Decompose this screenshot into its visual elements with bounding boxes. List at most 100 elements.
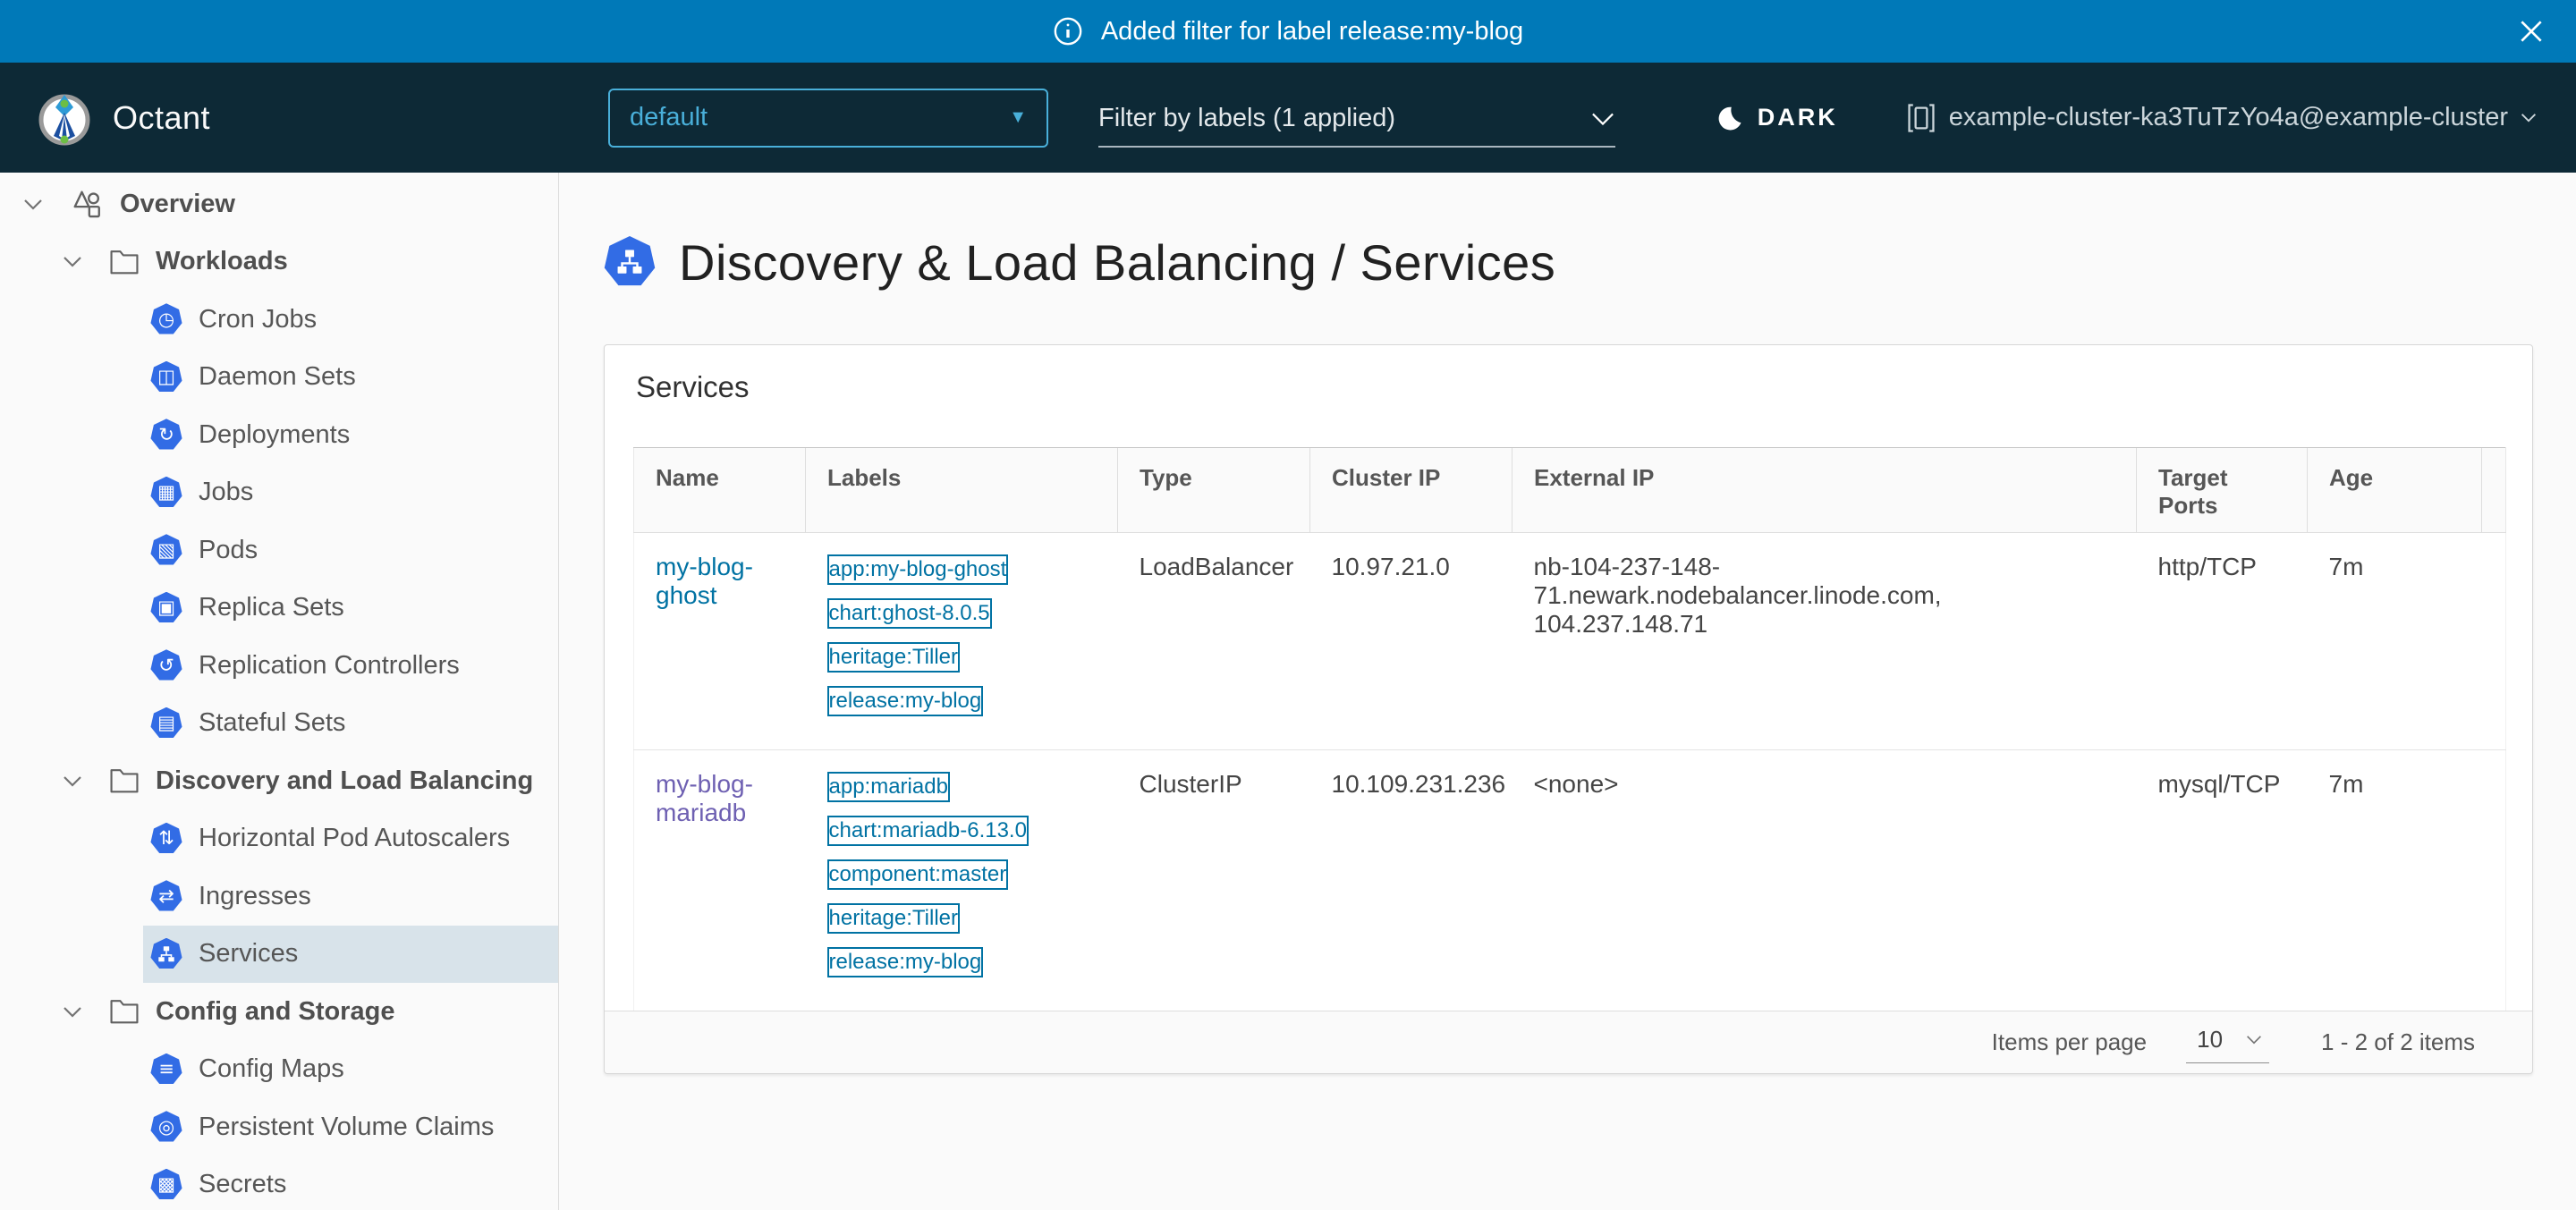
column-header-external-ip[interactable]: External IP [1513, 448, 2137, 533]
pagination-footer: Items per page 10 1 - 2 of 2 items [605, 1011, 2532, 1073]
column-header-type[interactable]: Type [1118, 448, 1310, 533]
chevron-down-icon[interactable] [23, 199, 43, 210]
daemon-sets-icon: ◫ [150, 361, 182, 393]
service-link[interactable]: my-blog-mariadb [656, 770, 753, 826]
horizontal-pod-autoscalers-icon: ⇅ [150, 823, 182, 855]
label-badge[interactable]: release:my-blog [827, 947, 984, 977]
cluster-ip-cell: 10.109.231.236 [1310, 750, 1513, 1011]
cluster-value: example-cluster-ka3TuTzYo4a@example-clus… [1949, 103, 2508, 132]
cluster-icon [1906, 103, 1936, 133]
ingresses-icon: ⇄ [150, 880, 182, 912]
overview-icon [70, 188, 104, 220]
type-cell: LoadBalancer [1118, 533, 1310, 750]
labels-cell: app:my-blog-ghost chart:ghost-8.0.5 heri… [806, 533, 1118, 750]
table-row: my-blog-mariadb app:mariadb chart:mariad… [634, 750, 2506, 1011]
cluster-ip-cell: 10.97.21.0 [1310, 533, 1513, 750]
label-badge[interactable]: app:my-blog-ghost [827, 554, 1009, 585]
app-title: Octant [113, 99, 210, 137]
stateful-sets-icon: ▤ [150, 707, 182, 740]
sidebar-item-replication-controllers[interactable]: ↺ Replication Controllers [143, 637, 558, 695]
table-header-row: Name Labels Type Cluster IP External IP … [634, 448, 2506, 533]
config-maps-icon: ≡ [150, 1053, 182, 1086]
folder-icon [109, 767, 140, 794]
column-header-cluster-ip[interactable]: Cluster IP [1310, 448, 1513, 533]
services-icon [604, 236, 656, 288]
sidebar-item-persistent-volume-claims[interactable]: ◎ Persistent Volume Claims [143, 1098, 558, 1156]
sidebar-group-workloads[interactable]: Workloads [0, 233, 558, 292]
replica-sets-icon: ▣ [150, 592, 182, 624]
octant-logo-icon [36, 89, 93, 147]
sidebar-nav: Overview Workloads ◷ Cron Jobs ◫ Daemon … [0, 173, 559, 1210]
sidebar-item-deployments[interactable]: ↻ Deployments [143, 406, 558, 464]
moon-icon [1716, 105, 1743, 131]
age-cell: 7m [2308, 750, 2482, 1011]
chevron-down-icon[interactable] [63, 1006, 82, 1018]
info-icon [1053, 16, 1083, 47]
close-icon [2517, 17, 2546, 46]
card-title: Services [605, 345, 2532, 404]
service-name-cell: my-blog-mariadb [634, 750, 806, 1011]
sidebar-item-ingresses[interactable]: ⇄ Ingresses [143, 867, 558, 926]
cluster-select[interactable]: example-cluster-ka3TuTzYo4a@example-clus… [1906, 103, 2537, 133]
label-badge[interactable]: heritage:Tiller [827, 642, 961, 673]
folder-icon [109, 249, 140, 275]
app-header: Octant default ▼ Filter by labels (1 app… [0, 63, 2576, 173]
label-badge[interactable]: heritage:Tiller [827, 903, 961, 934]
label-badge[interactable]: app:mariadb [827, 772, 950, 802]
sidebar-item-config-maps[interactable]: ≡ Config Maps [143, 1041, 558, 1099]
pods-icon: ▧ [150, 534, 182, 566]
page-title-row: Discovery & Load Balancing / Services [604, 228, 2535, 296]
sidebar-item-horizontal-pod-autoscalers[interactable]: ⇅ Horizontal Pod Autoscalers [143, 810, 558, 868]
target-ports-cell: http/TCP [2137, 533, 2308, 750]
sidebar-item-stateful-sets[interactable]: ▤ Stateful Sets [143, 695, 558, 753]
page-size-select[interactable]: 10 [2186, 1022, 2269, 1063]
sidebar-item-jobs[interactable]: ▦ Jobs [143, 464, 558, 522]
row-spacer [2482, 533, 2506, 750]
caret-down-icon: ▼ [1009, 107, 1027, 128]
sidebar-item-overview[interactable]: Overview [0, 175, 558, 233]
age-cell: 7m [2308, 533, 2482, 750]
label-filter-placeholder: Filter by labels (1 applied) [1098, 104, 1395, 133]
sidebar-group-discovery-load-balancing[interactable]: Discovery and Load Balancing [0, 752, 558, 810]
app-logo-area[interactable]: Octant [36, 89, 218, 147]
labels-cell: app:mariadb chart:mariadb-6.13.0 compone… [806, 750, 1118, 1011]
service-link[interactable]: my-blog-ghost [656, 553, 753, 609]
target-ports-cell: mysql/TCP [2137, 750, 2308, 1011]
sidebar-item-replica-sets[interactable]: ▣ Replica Sets [143, 580, 558, 638]
namespace-value: default [630, 103, 708, 132]
items-per-page-label: Items per page [1992, 1028, 2147, 1056]
chevron-down-icon [2246, 1035, 2262, 1045]
namespace-select[interactable]: default ▼ [608, 89, 1048, 148]
chevron-down-icon[interactable] [63, 256, 82, 267]
external-ip-cell: nb-104-237-148-71.newark.nodebalancer.li… [1513, 533, 2137, 750]
column-header-labels[interactable]: Labels [806, 448, 1118, 533]
alert-banner: Added filter for label release:my-blog [0, 0, 2576, 63]
sidebar-item-secrets[interactable]: ▩ Secrets [143, 1156, 558, 1210]
close-alert-button[interactable] [2517, 17, 2546, 46]
service-name-cell: my-blog-ghost [634, 533, 806, 750]
sidebar-item-cron-jobs[interactable]: ◷ Cron Jobs [143, 291, 558, 349]
theme-toggle-label: DARK [1758, 104, 1838, 131]
row-spacer [2482, 750, 2506, 1011]
chevron-down-icon[interactable] [63, 775, 82, 787]
column-header-name[interactable]: Name [634, 448, 806, 533]
theme-toggle-button[interactable]: DARK [1716, 104, 1838, 131]
sidebar-item-services[interactable]: Services [143, 926, 558, 984]
label-filter-input[interactable]: Filter by labels (1 applied) [1098, 104, 1615, 148]
sidebar-group-config-and-storage[interactable]: Config and Storage [0, 983, 558, 1041]
sidebar-item-daemon-sets[interactable]: ◫ Daemon Sets [143, 349, 558, 407]
chevron-down-icon [2521, 113, 2537, 123]
persistent-volume-claims-icon: ◎ [150, 1111, 182, 1143]
chevron-down-icon [1590, 112, 1615, 126]
table-row: my-blog-ghost app:my-blog-ghost chart:gh… [634, 533, 2506, 750]
column-header-age[interactable]: Age [2308, 448, 2482, 533]
services-table: Name Labels Type Cluster IP External IP … [605, 447, 2532, 1011]
external-ip-cell: <none> [1513, 750, 2137, 1011]
label-badge[interactable]: component:master [827, 859, 1009, 890]
sidebar-item-pods[interactable]: ▧ Pods [143, 521, 558, 580]
column-header-target-ports[interactable]: Target Ports [2137, 448, 2308, 533]
label-badge[interactable]: chart:mariadb-6.13.0 [827, 816, 1029, 846]
label-badge[interactable]: chart:ghost-8.0.5 [827, 598, 992, 629]
label-badge[interactable]: release:my-blog [827, 686, 984, 716]
jobs-icon: ▦ [150, 477, 182, 509]
